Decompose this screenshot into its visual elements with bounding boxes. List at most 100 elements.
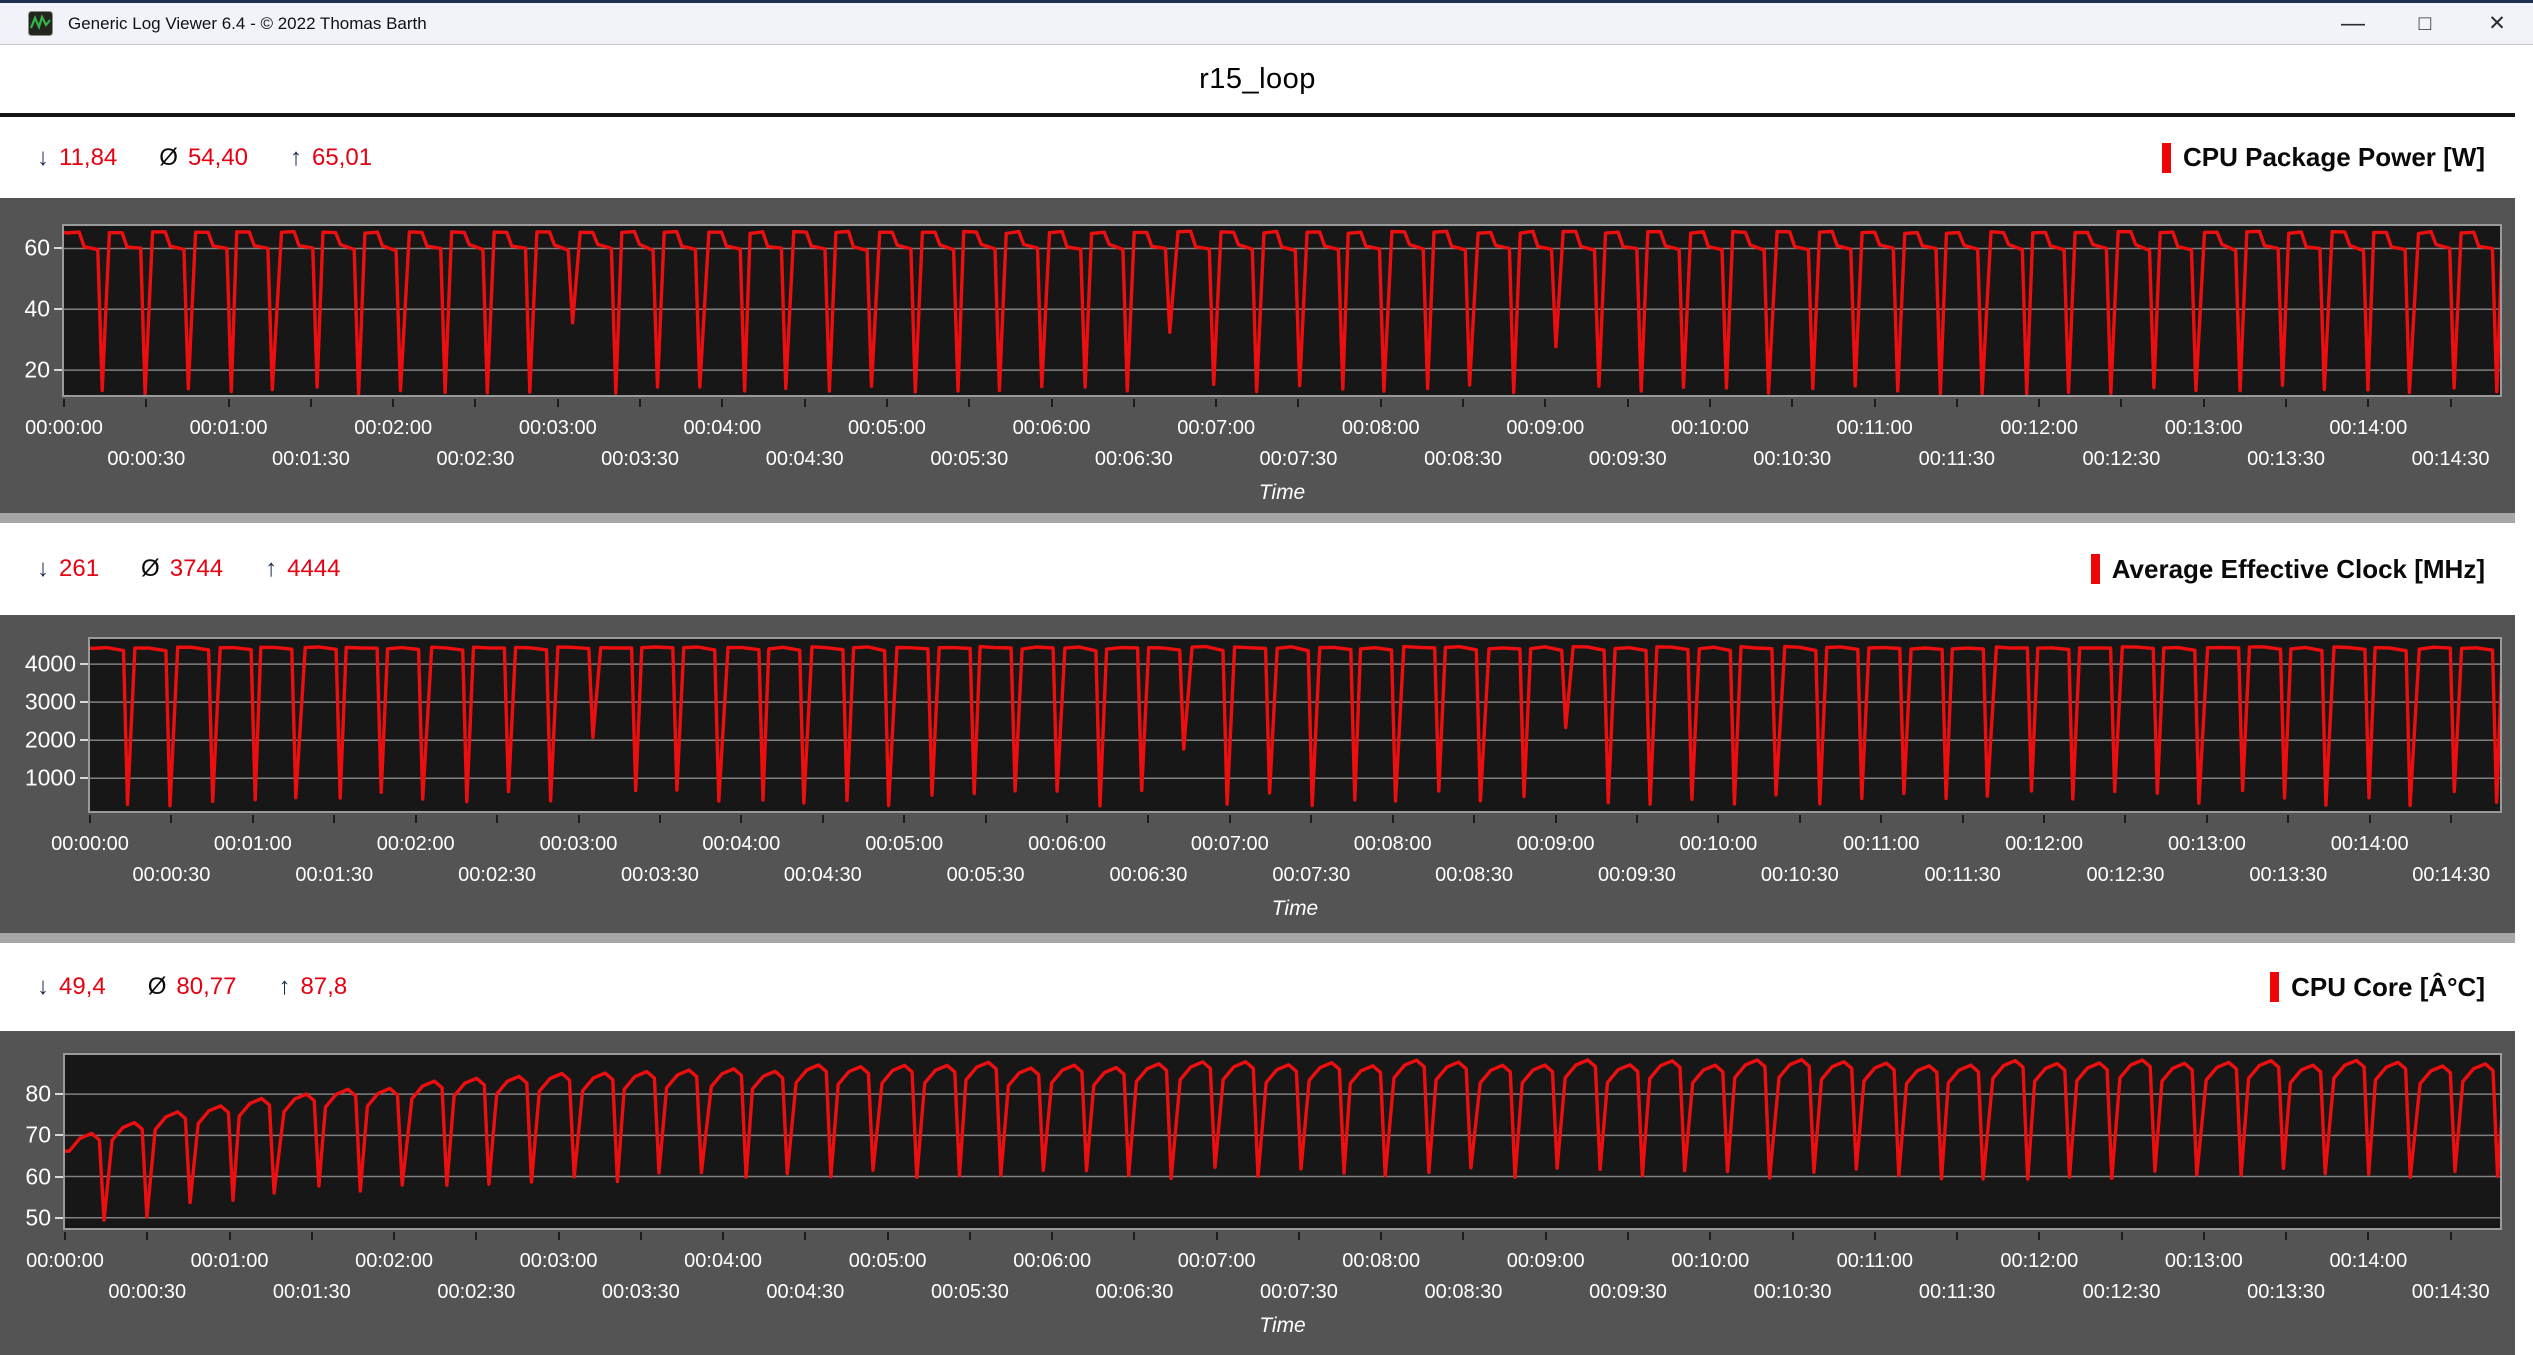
x-tick-label: 00:00:00 [51,833,129,856]
y-tick-label: 3000 [2,689,76,716]
titlebar: Generic Log Viewer 6.4 - © 2022 Thomas B… [0,0,2533,45]
x-tick-label: 00:05:30 [931,1281,1009,1304]
x-tick-mark [2120,399,2122,407]
x-tick-label: 00:02:00 [354,417,432,440]
x-tick-label: 00:07:00 [1178,1250,1256,1273]
x-tick-label: 00:11:00 [1836,417,1912,440]
x-tick-label: 00:01:00 [191,1250,269,1273]
x-tick-mark [496,815,498,823]
chart-svg [64,226,2500,395]
x-tick-mark [2450,1232,2452,1240]
x-tick-mark [1880,815,1882,823]
x-tick-mark [392,399,394,407]
x-tick-mark [393,1232,395,1240]
stats-strip-power: ↓ 11,84 Ø 54,40 ↑ 65,01 CPU Package Powe… [0,117,2515,198]
legend-clock: Average Effective Clock [MHz] [2091,554,2485,585]
x-axis-title: Time [1259,481,1305,505]
x-tick-label: 00:08:30 [1425,1281,1503,1304]
x-tick-label: 00:14:30 [2412,448,2490,471]
x-tick-mark [822,815,824,823]
x-tick-mark [229,1232,231,1240]
x-tick-label: 00:06:00 [1013,1250,1091,1273]
close-button[interactable]: ✕ [2461,3,2533,44]
chart-svg [65,1055,2500,1228]
series-line [90,647,2500,806]
x-tick-label: 00:00:30 [108,1281,186,1304]
x-tick-label: 00:06:30 [1095,448,1173,471]
max-value: 65,01 [312,144,372,172]
panel-separator [0,513,2515,523]
x-tick-label: 00:00:00 [26,1250,104,1273]
x-tick-label: 00:02:30 [437,1281,515,1304]
x-tick-label: 00:12:00 [2000,417,2078,440]
x-tick-label: 00:13:30 [2247,448,2325,471]
x-tick-mark [1627,1232,1629,1240]
x-tick-mark [887,1232,889,1240]
x-tick-label: 00:00:30 [132,864,210,887]
x-tick-mark [2450,815,2452,823]
x-tick-mark [557,399,559,407]
x-tick-mark [2367,1232,2369,1240]
x-tick-label: 00:01:00 [214,833,292,856]
x-tick-mark [1473,815,1475,823]
x-tick-label: 00:05:00 [848,417,926,440]
panel-section-temperature: ↓ 49,4 Ø 80,77 ↑ 87,8 CPU Core [Â°C] 506… [0,943,2515,1355]
minimize-button[interactable]: — [2317,3,2389,44]
legend-label: Average Effective Clock [MHz] [2112,554,2485,585]
x-tick-mark [311,1232,313,1240]
plot-area-clock[interactable] [88,637,2502,813]
app-icon [28,11,53,36]
x-tick-label: 00:02:00 [377,833,455,856]
min-arrow-icon: ↓ [37,144,49,172]
x-tick-mark [2285,1232,2287,1240]
y-tick-label: 70 [0,1122,51,1149]
y-tick-mark [55,1217,63,1219]
x-tick-mark [1051,399,1053,407]
x-tick-mark [1462,399,1464,407]
x-tick-mark [2369,815,2371,823]
avg-value: 54,40 [188,144,248,172]
x-tick-mark [721,399,723,407]
x-tick-label: 00:09:30 [1589,448,1667,471]
x-tick-label: 00:03:30 [621,864,699,887]
x-tick-label: 00:04:00 [684,1250,762,1273]
x-tick-label: 00:10:00 [1679,833,1757,856]
x-tick-label: 00:09:00 [1517,833,1595,856]
x-tick-mark [1874,1232,1876,1240]
plot-area-temperature[interactable] [63,1053,2502,1230]
x-tick-label: 00:08:30 [1435,864,1513,887]
x-tick-label: 00:11:00 [1843,833,1919,856]
y-tick-mark [54,247,62,249]
maximize-button[interactable]: □ [2389,3,2461,44]
page-header: r15_loop [0,45,2515,113]
x-tick-label: 00:11:30 [1919,1281,1995,1304]
x-tick-mark [1380,399,1382,407]
x-tick-mark [64,1232,66,1240]
x-tick-label: 00:04:00 [702,833,780,856]
x-tick-label: 00:06:30 [1110,864,1188,887]
x-tick-mark [2287,815,2289,823]
x-tick-label: 00:04:30 [766,1281,844,1304]
min-value: 261 [59,555,99,583]
x-tick-mark [722,1232,724,1240]
avg-icon: Ø [148,973,167,1001]
x-tick-mark [145,399,147,407]
x-tick-label: 00:14:00 [2329,417,2407,440]
x-tick-mark [2038,1232,2040,1240]
legend-color-bar [2162,143,2171,173]
max-arrow-icon: ↑ [290,144,302,172]
legend-color-bar [2270,972,2279,1002]
legend-temperature: CPU Core [Â°C] [2270,972,2485,1003]
series-line [65,1060,2500,1221]
x-tick-label: 00:03:00 [519,417,597,440]
x-tick-label: 00:04:00 [683,417,761,440]
x-tick-mark [886,399,888,407]
x-tick-mark [969,1232,971,1240]
y-tick-label: 1000 [2,765,76,792]
x-tick-mark [475,1232,477,1240]
plot-area-power[interactable] [62,224,2502,397]
x-tick-label: 00:12:30 [2083,1281,2161,1304]
x-tick-label: 00:08:00 [1342,1250,1420,1273]
y-tick-mark [55,1176,63,1178]
x-tick-mark [1544,399,1546,407]
